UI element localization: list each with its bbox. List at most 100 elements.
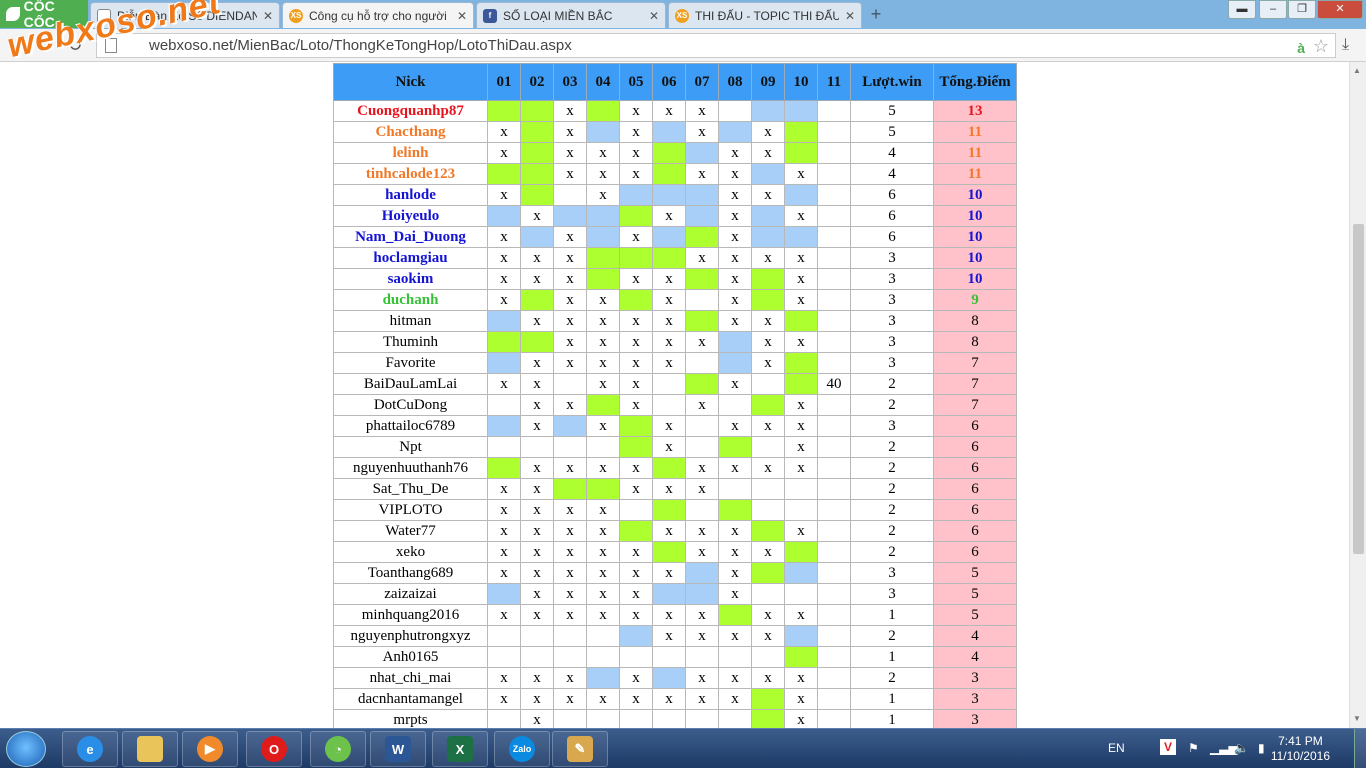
- nick-cell[interactable]: tinhcalode123: [333, 163, 488, 185]
- tab-soloai[interactable]: f SỐ LOẠI MIỀN BẮC ✕: [476, 2, 666, 28]
- result-cell: [784, 121, 818, 143]
- nick-cell[interactable]: Water77: [333, 520, 488, 542]
- result-cell: [817, 289, 851, 311]
- tab-congcu[interactable]: XS Công cụ hỗ trợ cho người ✕: [282, 2, 474, 28]
- result-cell: [784, 541, 818, 563]
- tab-title: THI ĐẤU - TOPIC THI ĐẤU: [695, 8, 839, 23]
- bookmark-star-icon[interactable]: ☆: [1313, 35, 1329, 58]
- tong-diem-cell: 8: [933, 310, 1017, 332]
- result-cell: x: [784, 688, 818, 710]
- result-cell: [718, 646, 752, 668]
- header-nick[interactable]: Nick: [333, 63, 488, 101]
- vivaldi-tray-icon[interactable]: V: [1160, 739, 1176, 755]
- nick-cell[interactable]: saokim: [333, 268, 488, 290]
- internet-explorer-icon[interactable]: e: [62, 731, 118, 767]
- show-desktop-button[interactable]: [1354, 729, 1366, 768]
- nick-cell[interactable]: zaizaizai: [333, 583, 488, 605]
- minimize-button[interactable]: –: [1259, 0, 1287, 19]
- result-cell: [685, 352, 719, 374]
- paint-icon[interactable]: ✎: [552, 731, 608, 767]
- new-tab-button[interactable]: +: [866, 5, 886, 23]
- result-cell: x: [718, 688, 752, 710]
- nick-cell[interactable]: nhat_chi_mai: [333, 667, 488, 689]
- media-player-icon[interactable]: ▶: [182, 731, 238, 767]
- vertical-scrollbar[interactable]: ▲ ▼: [1349, 62, 1366, 728]
- nick-cell[interactable]: phattailoc6789: [333, 415, 488, 437]
- url-input[interactable]: webxoso.net/MienBac/Loto/ThongKeTongHop/…: [96, 33, 1336, 58]
- scroll-up-icon[interactable]: ▲: [1353, 66, 1361, 75]
- maximize-button[interactable]: ❐: [1288, 0, 1316, 19]
- nick-cell[interactable]: hoclamgiau: [333, 247, 488, 269]
- result-cell: x: [718, 373, 752, 395]
- result-cell: [487, 583, 521, 605]
- scrollbar-thumb[interactable]: [1353, 224, 1364, 554]
- result-cell: [586, 436, 620, 458]
- coccoc-translate-icon[interactable]: à: [1297, 37, 1305, 60]
- result-cell: [817, 205, 851, 227]
- tab-title: SỐ LOẠI MIỀN BẮC: [503, 8, 613, 23]
- nick-cell[interactable]: Anh0165: [333, 646, 488, 668]
- luot-win-cell: 2: [850, 667, 934, 689]
- header-luot-win[interactable]: Lượt.win: [850, 63, 934, 101]
- opera-icon[interactable]: O: [246, 731, 302, 767]
- zalo-icon[interactable]: Zalo: [494, 731, 550, 767]
- nick-cell[interactable]: dacnhantamangel: [333, 688, 488, 710]
- nick-cell[interactable]: duchanh: [333, 289, 488, 311]
- luot-win-cell: 5: [850, 121, 934, 143]
- nick-cell[interactable]: Npt: [333, 436, 488, 458]
- result-cell: x: [718, 520, 752, 542]
- nick-cell[interactable]: hitman: [333, 310, 488, 332]
- nick-cell[interactable]: xeko: [333, 541, 488, 563]
- nick-cell[interactable]: Chacthang: [333, 121, 488, 143]
- coccoc-icon[interactable]: ◔: [310, 731, 366, 767]
- file-explorer-icon[interactable]: [122, 731, 178, 767]
- nick-cell[interactable]: Favorite: [333, 352, 488, 374]
- nick-cell[interactable]: lelinh: [333, 142, 488, 164]
- word-icon[interactable]: W: [370, 731, 426, 767]
- result-cell: x: [784, 436, 818, 458]
- nick-cell[interactable]: nguyenphutrongxyz: [333, 625, 488, 647]
- result-cell: [586, 709, 620, 728]
- scroll-down-icon[interactable]: ▼: [1353, 714, 1361, 723]
- close-tab-icon[interactable]: ✕: [845, 9, 855, 23]
- battery-icon[interactable]: ▮: [1258, 741, 1265, 755]
- download-icon[interactable]: ⤓: [1342, 36, 1349, 54]
- result-cell: x: [751, 121, 785, 143]
- nick-cell[interactable]: hanlode: [333, 184, 488, 206]
- result-cell: x: [685, 247, 719, 269]
- excel-icon[interactable]: X: [432, 731, 488, 767]
- result-cell: [487, 709, 521, 728]
- nick-cell[interactable]: DotCuDong: [333, 394, 488, 416]
- language-indicator[interactable]: EN: [1108, 741, 1125, 755]
- result-cell: [685, 268, 719, 290]
- header-tong-diem[interactable]: Tổng.Điểm: [933, 63, 1017, 101]
- close-window-button[interactable]: ✕: [1317, 0, 1363, 19]
- nick-cell[interactable]: Hoiyeulo: [333, 205, 488, 227]
- table-row: Npt x x 2 6: [333, 436, 1017, 458]
- table-row: Thuminh x x x x x x x 3 8: [333, 331, 1017, 353]
- close-tab-icon[interactable]: ✕: [457, 9, 467, 23]
- nick-cell[interactable]: nguyenhuuthanh76: [333, 457, 488, 479]
- menu-button[interactable]: ▬: [1228, 0, 1256, 19]
- nick-cell[interactable]: Nam_Dai_Duong: [333, 226, 488, 248]
- result-cell: x: [520, 541, 554, 563]
- nick-cell[interactable]: Toanthang689: [333, 562, 488, 584]
- start-button[interactable]: [6, 731, 46, 767]
- nick-cell[interactable]: BaiDauLamLai: [333, 373, 488, 395]
- nick-cell[interactable]: minhquang2016: [333, 604, 488, 626]
- tab-thidau[interactable]: XS THI ĐẤU - TOPIC THI ĐẤU ✕: [668, 2, 862, 28]
- result-cell: [751, 436, 785, 458]
- nick-cell[interactable]: Cuongquanhp87: [333, 100, 488, 122]
- nick-cell[interactable]: Thuminh: [333, 331, 488, 353]
- volume-icon[interactable]: 🔈: [1234, 741, 1249, 755]
- luot-win-cell: 6: [850, 184, 934, 206]
- close-tab-icon[interactable]: ✕: [263, 9, 273, 23]
- nick-cell[interactable]: VIPLOTO: [333, 499, 488, 521]
- nick-cell[interactable]: Sat_Thu_De: [333, 478, 488, 500]
- flag-icon[interactable]: ⚑: [1188, 741, 1199, 755]
- nick-cell[interactable]: mrpts: [333, 709, 488, 728]
- system-clock[interactable]: 7:41 PM 11/10/2016: [1271, 734, 1330, 764]
- result-cell: [751, 226, 785, 248]
- close-tab-icon[interactable]: ✕: [649, 9, 659, 23]
- result-cell: x: [619, 478, 653, 500]
